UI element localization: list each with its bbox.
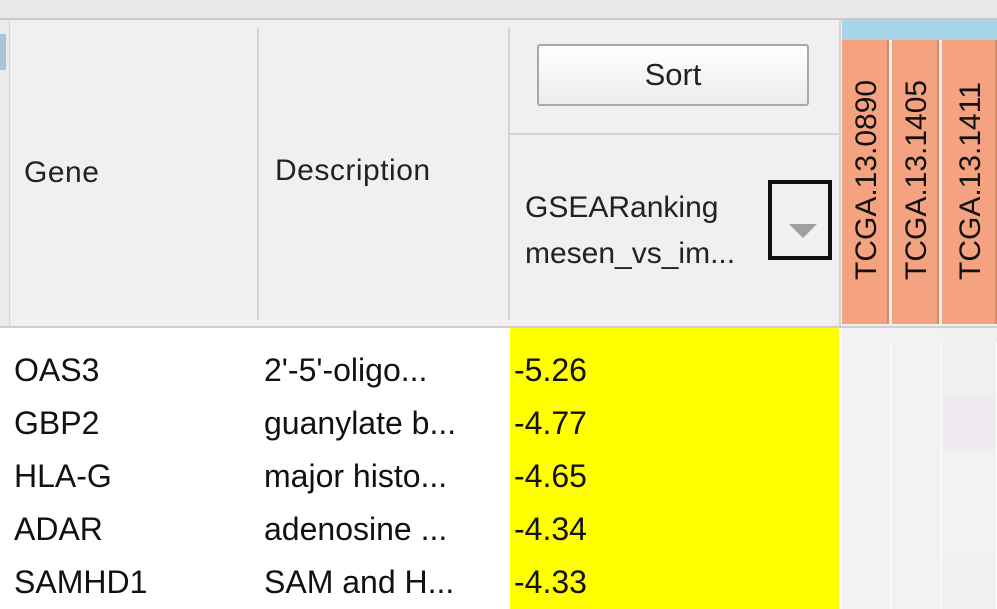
heatmap-cell (842, 449, 892, 503)
table-row[interactable]: OAS3 2'-5'-oligo... -5.26 (0, 343, 997, 397)
gene-cell: SAMHD1 (14, 564, 148, 600)
chevron-down-icon (789, 224, 817, 238)
partial-heat-cell (892, 328, 942, 344)
heatmap-cell (942, 396, 997, 450)
score-cell: -4.65 (510, 449, 839, 503)
sample-header-2[interactable]: TCGA.13.1405 (892, 40, 939, 324)
gene-cell: OAS3 (14, 352, 100, 388)
table-row[interactable]: HLA-G major histo... -4.65 (0, 449, 997, 503)
heatmap-cell (842, 343, 892, 397)
gene-cell: ADAR (14, 511, 103, 547)
heatmap-cell (892, 555, 942, 609)
description-cell: guanylate b... (264, 405, 457, 441)
partial-row-score (510, 328, 839, 344)
description-cell: adenosine ... (264, 511, 448, 547)
column-divider-description[interactable] (508, 28, 510, 320)
heatmap-cell (942, 555, 997, 609)
heatmap-cell (892, 502, 942, 556)
partial-heat-cell (842, 328, 892, 344)
table-row[interactable]: SAMHD1 SAM and H... -4.33 (0, 555, 997, 609)
heatmap-cell (942, 343, 997, 397)
score-cell: -5.26 (510, 343, 839, 397)
partial-heat-cell (942, 328, 997, 344)
sample-label: TCGA.13.0890 (849, 79, 883, 280)
ranking-column-title: GSEARanking (525, 191, 719, 224)
score-cell: -4.34 (510, 502, 839, 556)
top-scroll-bar (0, 0, 997, 20)
description-cell: SAM and H... (264, 564, 455, 600)
ranking-column-subtitle: mesen_vs_im... (525, 237, 736, 270)
column-header-description[interactable]: Description (275, 154, 431, 188)
sample-header-1[interactable]: TCGA.13.0890 (842, 40, 889, 324)
sample-label: TCGA.13.1405 (899, 79, 933, 280)
column-divider-gene[interactable] (257, 28, 259, 320)
sample-header-3[interactable]: TCGA.13.1411 (942, 40, 997, 324)
sort-separator (510, 133, 840, 135)
column-divider-ranking[interactable] (839, 20, 841, 326)
heatmap-cell (942, 449, 997, 503)
score-cell: -4.77 (510, 396, 839, 450)
table-row[interactable]: GBP2 guanylate b... -4.77 (0, 396, 997, 450)
heatmap-cell (892, 343, 942, 397)
splitter-handle[interactable] (0, 34, 6, 70)
column-header-gene[interactable]: Gene (24, 156, 99, 190)
description-cell: major histo... (264, 458, 448, 494)
heatmap-cell (892, 396, 942, 450)
gene-cell: HLA-G (14, 458, 112, 494)
heatmap-cell (842, 555, 892, 609)
score-cell: -4.33 (510, 555, 839, 609)
sort-button[interactable]: Sort (537, 44, 809, 106)
gene-cell: GBP2 (14, 405, 100, 441)
description-cell: 2'-5'-oligo... (264, 352, 428, 388)
heatmap-cell (942, 502, 997, 556)
ranking-dropdown-button[interactable] (768, 180, 832, 260)
heatmap-cell (842, 502, 892, 556)
sample-label: TCGA.13.1411 (953, 82, 987, 280)
sample-group-bar (842, 20, 997, 40)
heatmap-cell (842, 396, 892, 450)
table-row[interactable]: ADAR adenosine ... -4.34 (0, 502, 997, 556)
heatmap-cell (892, 449, 942, 503)
